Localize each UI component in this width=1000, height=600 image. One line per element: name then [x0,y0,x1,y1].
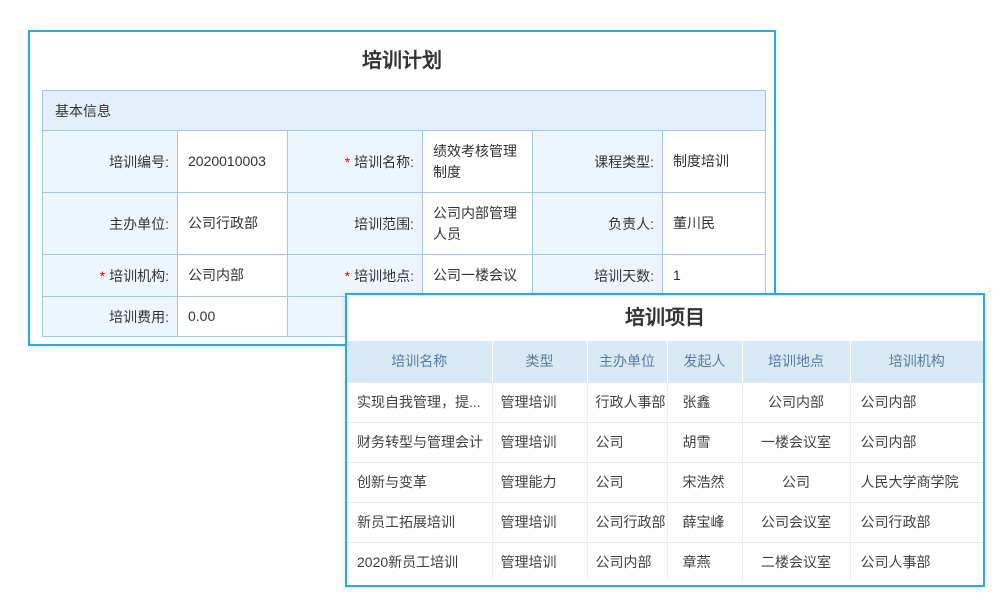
field-label-course-type: 课程类型: [533,131,663,193]
column-header-agency: 培训机构 [850,341,983,382]
section-header: 基本信息 [43,91,766,131]
host-unit-cell: 公司行政部 [587,502,667,542]
location-cell: 公司内部 [742,382,850,422]
field-label-training-cost: 培训费用: [43,297,178,337]
field-value-host-unit: 公司行政部 [178,193,288,255]
table-row: 实现自我管理，提... 管理培训 行政人事部 张鑫 公司内部 公司内部 [347,382,983,422]
form-row: *培训机构: 公司内部 *培训地点: 公司一楼会议 培训天数: 1 [43,255,766,297]
location-cell: 一楼会议室 [742,422,850,462]
table-row: 2020新员工培训 管理培训 公司内部 章燕 二楼会议室 公司人事部 [347,542,983,582]
location-cell: 二楼会议室 [742,542,850,582]
field-label-training-agency: *培训机构: [43,255,178,297]
initiator-link[interactable]: 章燕 [667,542,742,582]
field-value-training-location: 公司一楼会议 [423,255,533,297]
initiator-link[interactable]: 宋浩然 [667,462,742,502]
training-name-link[interactable]: 创新与变革 [347,462,492,502]
required-asterisk: * [345,154,350,170]
training-projects-panel: 培训项目 培训名称 类型 主办单位 发起人 培训地点 培训机构 实现自我管理，提… [345,293,985,587]
location-cell: 公司会议室 [742,502,850,542]
screen: 培训计划 基本信息 培训编号: 2020010003 *培训名称: 绩效考核管理… [0,0,1000,600]
column-header-training-name: 培训名称 [347,341,492,382]
field-label-host-unit: 主办单位: [43,193,178,255]
type-cell: 管理培训 [492,542,587,582]
training-name-link[interactable]: 2020新员工培训 [347,542,492,582]
training-name-link[interactable]: 财务转型与管理会计 [347,422,492,462]
field-value-training-scope: 公司内部管理人员 [423,193,533,255]
training-name-link[interactable]: 实现自我管理，提... [347,382,492,422]
agency-cell: 人民大学商学院 [850,462,983,502]
column-header-type: 类型 [492,341,587,382]
required-asterisk: * [100,268,105,284]
agency-cell: 公司内部 [850,422,983,462]
field-value-training-days: 1 [663,255,766,297]
training-projects-title: 培训项目 [347,295,983,341]
location-cell: 公司 [742,462,850,502]
type-cell: 管理培训 [492,422,587,462]
agency-cell: 公司行政部 [850,502,983,542]
form-row: 培训编号: 2020010003 *培训名称: 绩效考核管理制度 课程类型: 制… [43,131,766,193]
field-label-training-location: *培训地点: [288,255,423,297]
host-unit-cell: 公司 [587,422,667,462]
field-value-training-agency: 公司内部 [178,255,288,297]
type-cell: 管理能力 [492,462,587,502]
agency-cell: 公司人事部 [850,542,983,582]
host-unit-cell: 公司 [587,462,667,502]
column-header-location: 培训地点 [742,341,850,382]
field-value-course-type: 制度培训 [663,131,766,193]
field-label-training-days: 培训天数: [533,255,663,297]
field-label-person-in-charge: 负责人: [533,193,663,255]
form-row: 主办单位: 公司行政部 培训范围: 公司内部管理人员 负责人: 董川民 [43,193,766,255]
type-cell: 管理培训 [492,502,587,542]
training-projects-table: 培训名称 类型 主办单位 发起人 培训地点 培训机构 实现自我管理，提... 管… [347,341,983,582]
field-value-training-cost: 0.00 [178,297,288,337]
field-value-training-no: 2020010003 [178,131,288,193]
required-asterisk: * [345,268,350,284]
host-unit-cell: 行政人事部 [587,382,667,422]
column-header-initiator: 发起人 [667,341,742,382]
host-unit-cell: 公司内部 [587,542,667,582]
column-header-host-unit: 主办单位 [587,341,667,382]
field-value-person-in-charge: 董川民 [663,193,766,255]
type-cell: 管理培训 [492,382,587,422]
section-header-row: 基本信息 [43,91,766,131]
field-label-training-name: *培训名称: [288,131,423,193]
initiator-link[interactable]: 张鑫 [667,382,742,422]
table-row: 财务转型与管理会计 管理培训 公司 胡雪 一楼会议室 公司内部 [347,422,983,462]
agency-cell: 公司内部 [850,382,983,422]
field-label-training-scope: 培训范围: [288,193,423,255]
table-header-row: 培训名称 类型 主办单位 发起人 培训地点 培训机构 [347,341,983,382]
training-name-link[interactable]: 新员工拓展培训 [347,502,492,542]
field-value-training-name: 绩效考核管理制度 [423,131,533,193]
training-plan-title: 培训计划 [30,32,774,90]
table-row: 新员工拓展培训 管理培训 公司行政部 薛宝峰 公司会议室 公司行政部 [347,502,983,542]
field-label-training-no: 培训编号: [43,131,178,193]
table-row: 创新与变革 管理能力 公司 宋浩然 公司 人民大学商学院 [347,462,983,502]
initiator-link[interactable]: 胡雪 [667,422,742,462]
initiator-link[interactable]: 薛宝峰 [667,502,742,542]
